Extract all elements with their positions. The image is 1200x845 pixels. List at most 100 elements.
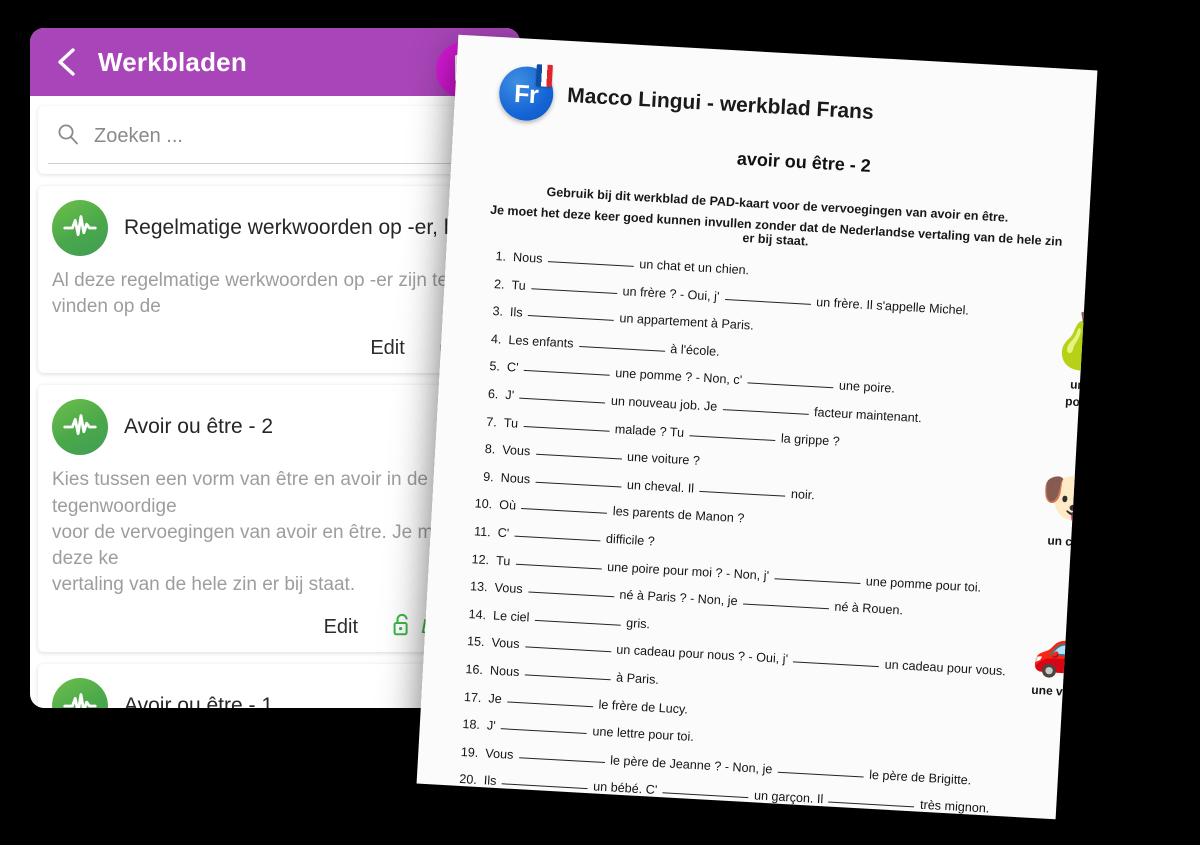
unlock-icon [392,613,412,642]
picture-cell: 🍐 une poire [1029,308,1098,414]
question-number: 2. [493,276,505,292]
worksheet-brand-row: Fr Macco Lingui - werkblad Frans [454,35,1098,153]
list-item-header: Avoir ou être - 2 [52,399,494,456]
question-number: 20. [458,772,478,788]
answer-blank[interactable] [724,298,811,305]
picture-row: 🍐 une poire 🍎 une pomme [1024,308,1098,421]
answer-blank[interactable] [527,315,614,322]
question-number: 19. [460,744,479,760]
answer-blank[interactable] [523,370,610,377]
question-text: J' une lettre pour toi. [486,718,695,745]
search-icon [56,122,80,151]
answer-blank[interactable] [518,756,605,763]
question-number: 15. [466,634,485,650]
question-number: 17. [463,689,482,705]
question-number: 16. [465,662,484,677]
question-number: 18. [462,717,481,733]
french-flag-icon [535,64,553,88]
worksheet-page: Fr Macco Lingui - werkblad Frans avoir o… [416,34,1098,820]
answer-blank[interactable] [527,591,614,598]
picture-label: une voiture [1030,682,1097,701]
question-number: 9. [482,469,495,485]
answer-blank[interactable] [519,397,606,404]
answer-blank[interactable] [514,535,601,542]
question-number: 3. [492,304,504,319]
list-item-header: Regelmatige werkwoorden op -er, le prése… [52,200,520,256]
question-number: 6. [487,386,499,402]
answer-blank[interactable] [722,409,809,415]
question-text: Le ciel gris. [492,608,651,632]
worksheet-body: 1. Nous un chat et un chien. 2. Tu un frère… [417,246,1097,819]
dog-icon: 🐶 [1039,465,1098,533]
edit-button[interactable]: Edit [370,337,404,360]
back-button[interactable] [44,40,88,84]
answer-blank[interactable] [662,792,749,799]
answer-blank[interactable] [828,801,915,808]
list-item-title: Avoir ou être - 1 [124,693,274,708]
answer-blank[interactable] [523,425,610,432]
question-text: Je le frère de Lucy. [488,690,689,717]
app-header: Werkbladen [30,28,520,98]
question-number: 12. [471,551,490,567]
search-row[interactable] [48,118,502,164]
question-number: 11. [473,524,492,540]
picture-row: 🐶 un chien 🐱 un chat [1017,465,1098,560]
question-number: 10. [474,496,493,512]
picture-row: 🚗 une voiture 👶 un bébé [1008,615,1098,710]
question-text: Les enfants à l'école. [508,332,720,359]
answer-blank[interactable] [535,481,622,488]
question-number: 8. [484,442,496,457]
question-text: Nous un cheval. Il noir. [500,470,816,503]
answer-blank[interactable] [524,646,611,653]
answer-blank[interactable] [515,563,602,570]
search-input[interactable] [94,125,494,148]
list-item-actions: Edit Gr [52,334,494,363]
worksheet-brand-title: Macco Lingui - werkblad Frans [566,83,875,125]
macco-lingui-logo: Fr [497,64,555,123]
car-icon: 🚗 [1030,615,1098,682]
answer-blank[interactable] [535,453,622,460]
list-item-title: Avoir ou être - 2 [124,415,274,439]
answer-blank[interactable] [699,490,786,497]
answer-blank[interactable] [501,783,588,790]
answer-blank[interactable] [774,577,861,584]
pulse-waveform-icon [52,677,108,708]
picture-label: une poire [1064,377,1095,410]
question-number: 5. [489,359,501,374]
picture-label: un chien [1047,533,1098,551]
answer-blank[interactable] [521,508,608,515]
question-text: Ils un appartement à Paris. [509,305,755,333]
answer-blank[interactable] [793,661,880,668]
answer-blank[interactable] [531,287,618,294]
chevron-left-icon [53,47,79,77]
answer-blank[interactable] [500,728,587,735]
question-number: 13. [469,579,489,595]
list-item-description: Al deze regelmatige werkwoorden op -er z… [52,270,449,318]
answer-blank[interactable] [507,700,593,707]
answer-blank[interactable] [742,603,829,610]
question-text: Tu malade ? Tu la grippe ? [503,415,841,449]
question-text: C' difficile ? [497,525,656,549]
picture-cell: 🚗 une voiture [1013,615,1098,704]
question-number: 7. [485,414,498,430]
answer-blank[interactable] [689,434,776,441]
question-number: 4. [490,331,502,347]
question-text: Nous un chat et un chien. [512,250,750,278]
search-card [38,106,512,174]
question-number: 1. [495,249,507,264]
answer-blank[interactable] [524,674,611,681]
answer-blank[interactable] [747,382,834,389]
pulse-waveform-icon [52,200,108,256]
question-list: 1. Nous un chat et un chien. 2. Tu un frère… [417,246,1032,819]
question-text: Nous à Paris. [489,663,660,687]
answer-blank[interactable] [578,345,665,352]
question-text: Où les parents de Manon ? [498,498,745,526]
question-number: 14. [468,606,487,622]
pulse-waveform-icon [52,399,108,456]
question-text: Vous une voiture ? [501,442,701,469]
answer-blank[interactable] [534,619,621,626]
worksheet-preview[interactable]: Fr Macco Lingui - werkblad Frans avoir o… [416,34,1098,820]
edit-button[interactable]: Edit [324,616,358,639]
answer-blank[interactable] [777,771,864,778]
answer-blank[interactable] [547,261,634,267]
